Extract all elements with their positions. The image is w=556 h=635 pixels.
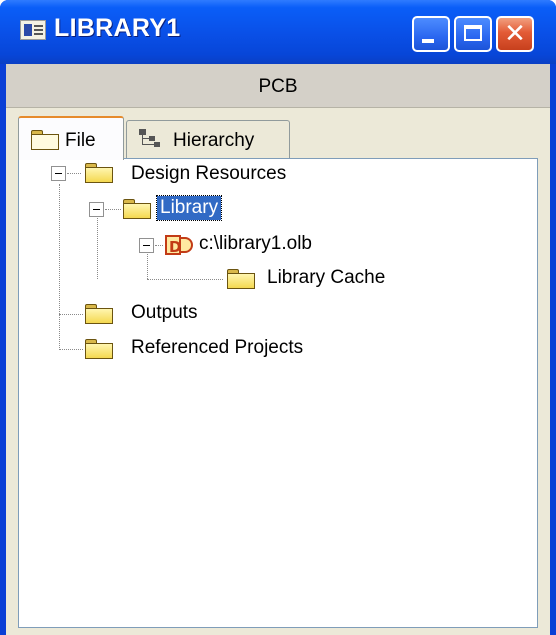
folder-icon xyxy=(31,130,59,150)
tab-hierarchy[interactable]: Hierarchy xyxy=(126,120,290,158)
project-tree[interactable]: Design Resources Library D c:\library1.o… xyxy=(18,158,538,628)
tab-hierarchy-label: Hierarchy xyxy=(173,130,255,151)
folder-icon xyxy=(85,339,113,359)
close-icon: ✕ xyxy=(504,19,526,49)
tree-line xyxy=(67,173,81,174)
minimize-button[interactable] xyxy=(412,16,450,52)
tree-item-referenced-projects[interactable]: Referenced Projects xyxy=(131,337,303,359)
tab-file-label: File xyxy=(65,130,96,151)
tree-item-library[interactable]: Library xyxy=(155,195,223,221)
tree-line xyxy=(147,251,148,279)
close-button[interactable]: ✕ xyxy=(496,16,534,52)
expander-library[interactable] xyxy=(89,202,104,217)
pcb-label: PCB xyxy=(258,76,298,97)
folder-icon xyxy=(85,163,113,183)
folder-icon xyxy=(123,199,151,219)
tree-item-library-cache[interactable]: Library Cache xyxy=(267,267,385,289)
maximize-icon xyxy=(464,25,482,41)
minimize-icon xyxy=(422,39,434,43)
tree-item-design-resources[interactable]: Design Resources xyxy=(131,163,286,185)
expander-library-file[interactable] xyxy=(139,238,154,253)
library-window-icon[interactable] xyxy=(20,20,46,40)
tree-line xyxy=(59,314,83,315)
library-file-icon: D xyxy=(165,233,195,257)
tree-item-library-file[interactable]: c:\library1.olb xyxy=(199,233,312,255)
tree-item-outputs[interactable]: Outputs xyxy=(131,302,198,324)
window-title: LIBRARY1 xyxy=(54,14,181,42)
library-window: LIBRARY1 ✕ PCB File Hierarchy Design Res… xyxy=(0,0,556,635)
tree-line xyxy=(147,279,223,280)
maximize-button[interactable] xyxy=(454,16,492,52)
tab-file[interactable]: File xyxy=(18,116,124,160)
folder-icon xyxy=(85,304,113,324)
tree-line xyxy=(105,209,121,210)
hierarchy-icon xyxy=(139,129,163,149)
tree-line xyxy=(155,245,163,246)
tree-line xyxy=(97,214,98,279)
tree-line xyxy=(59,349,83,350)
pcb-header[interactable]: PCB xyxy=(6,64,550,108)
window-client-area: PCB File Hierarchy Design Resources Libr… xyxy=(6,64,550,635)
tree-line xyxy=(59,184,60,350)
title-bar[interactable]: LIBRARY1 ✕ xyxy=(0,0,556,64)
folder-icon xyxy=(227,269,255,289)
expander-design-resources[interactable] xyxy=(51,166,66,181)
